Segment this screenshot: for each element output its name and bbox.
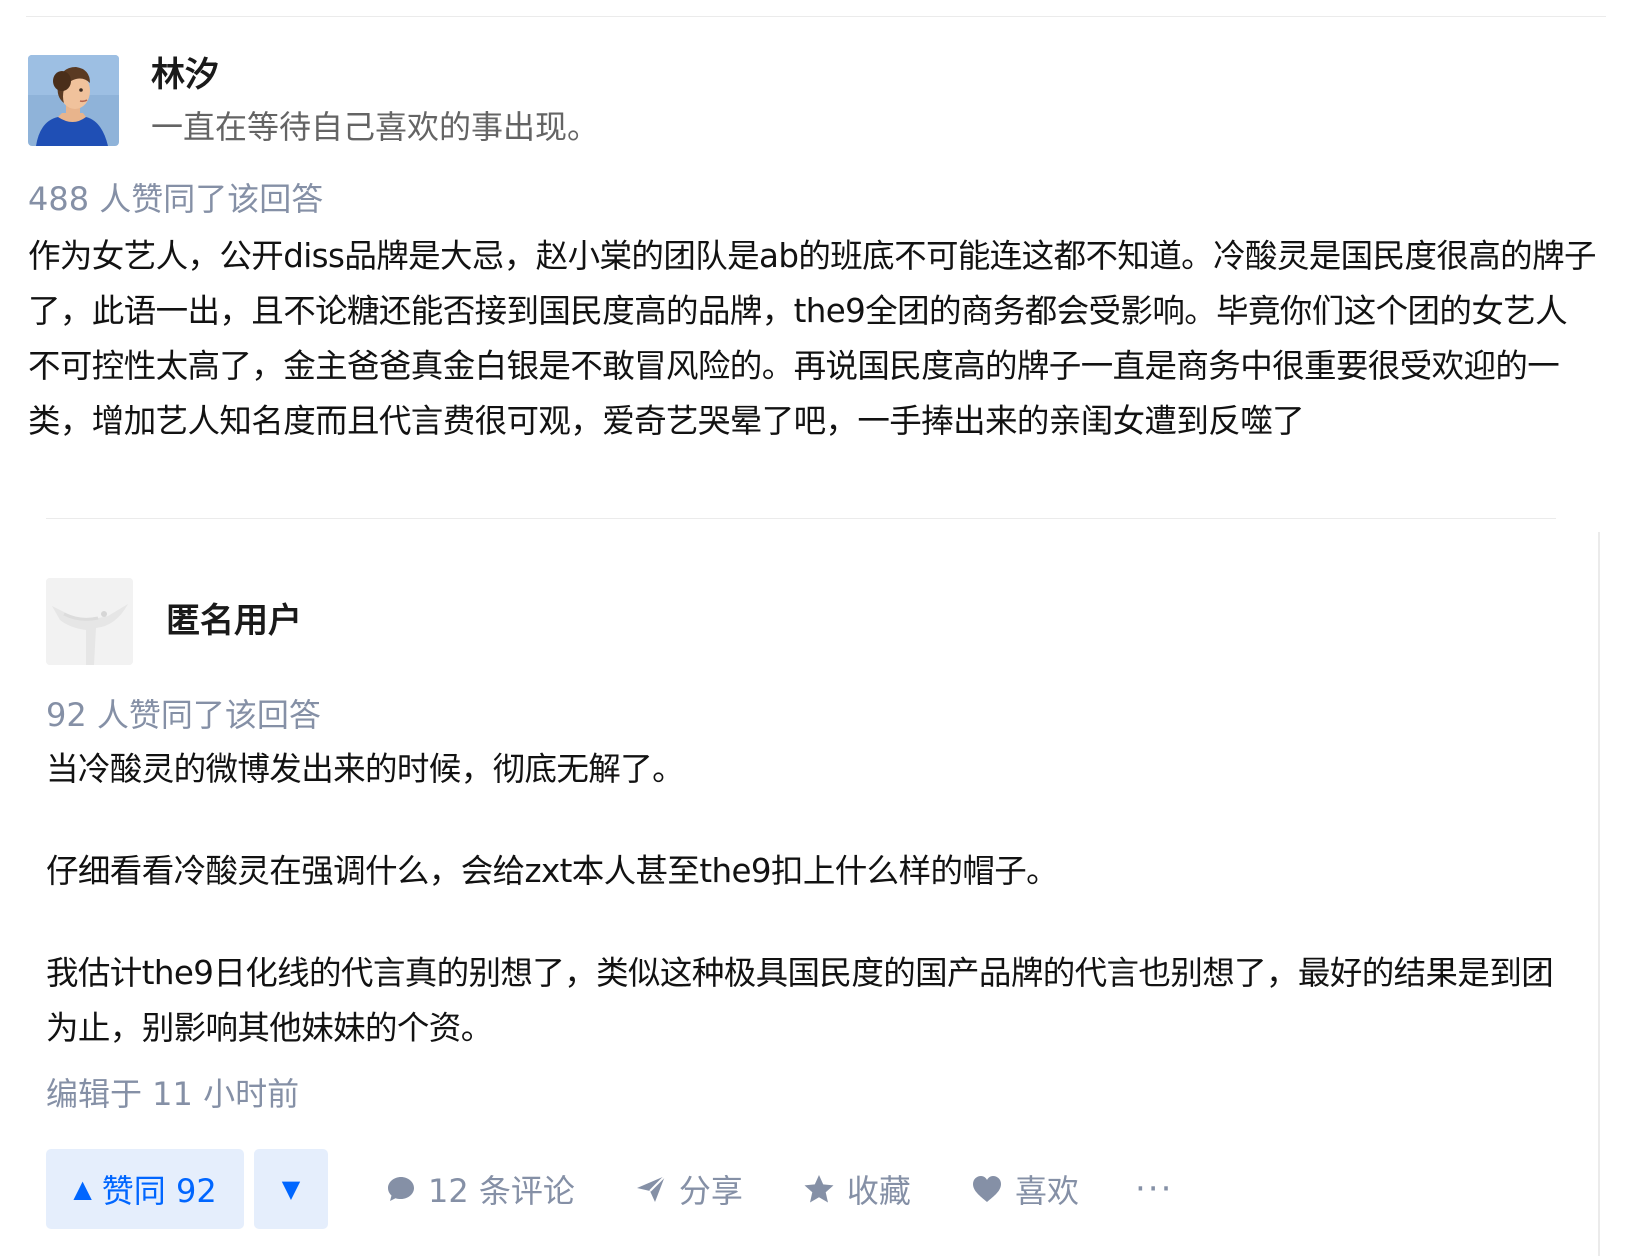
star-icon — [804, 1175, 834, 1203]
comment-icon — [388, 1177, 414, 1201]
share-icon — [636, 1175, 666, 1202]
like-button[interactable]: 喜欢 — [971, 1166, 1079, 1212]
action-bar: ▲ 赞同 92 ▼ 12 条评论 分享 收藏 喜欢 ··· — [46, 1149, 1576, 1229]
vote-up-label: 赞同 92 — [101, 1172, 217, 1210]
anonymous-avatar-icon — [46, 578, 133, 665]
answer-paragraph: 仔细看看冷酸灵在强调什么，会给zxt本人甚至the9扣上什么样的帽子。 — [46, 852, 1059, 890]
share-label: 分享 — [678, 1172, 743, 1210]
author-row: 匿名用户 — [46, 578, 1576, 665]
favorite-button[interactable]: 收藏 — [803, 1166, 911, 1212]
comments-button[interactable]: 12 条评论 — [386, 1166, 575, 1212]
answer-content: 作为女艺人，公开diss品牌是大忌，赵小棠的团队是ab的班底不可能连这都不知道。… — [28, 237, 1596, 440]
author-info: 林汐 一直在等待自己喜欢的事出现。 — [151, 49, 599, 151]
comments-label: 12 条评论 — [428, 1172, 575, 1210]
content-border — [1598, 532, 1600, 1256]
author-name: 匿名用户 — [166, 601, 302, 641]
more-icon[interactable]: ··· — [1135, 1169, 1173, 1209]
favorite-label: 收藏 — [846, 1172, 911, 1210]
triangle-up-icon: ▲ — [73, 1175, 92, 1203]
vote-up-button[interactable]: ▲ 赞同 92 — [46, 1149, 244, 1229]
answer-divider — [46, 518, 1556, 519]
share-button[interactable]: 分享 — [635, 1166, 743, 1212]
author-name[interactable]: 林汐 — [151, 49, 599, 101]
avatar[interactable] — [28, 55, 119, 146]
answer-paragraph: 我估计the9日化线的代言真的别想了，类似这种极具国民度的国产品牌的代言也别想了… — [46, 954, 1554, 1047]
author-bio: 一直在等待自己喜欢的事出现。 — [151, 108, 600, 146]
vote-summary: 488 人赞同了该回答 — [28, 180, 324, 218]
heart-icon — [972, 1176, 1001, 1202]
vote-summary: 92 人赞同了该回答 — [46, 696, 321, 734]
answer-card-2: 匿名用户 92 人赞同了该回答 当冷酸灵的微博发出来的时候，彻底无解了。 仔细看… — [46, 578, 1576, 1229]
anonymous-avatar — [46, 578, 133, 665]
like-label: 喜欢 — [1014, 1172, 1079, 1210]
answer-card-1: 林汐 一直在等待自己喜欢的事出现。 488 人赞同了该回答 作为女艺人，公开di… — [28, 55, 1608, 449]
avatar-portrait-icon — [28, 55, 119, 146]
top-divider — [26, 16, 1606, 17]
triangle-down-icon: ▼ — [281, 1175, 301, 1203]
author-row: 林汐 一直在等待自己喜欢的事出现。 — [28, 55, 1608, 151]
edited-timestamp[interactable]: 编辑于 11 小时前 — [46, 1070, 1576, 1118]
vote-down-button[interactable]: ▼ — [254, 1149, 328, 1229]
answer-paragraph: 当冷酸灵的微博发出来的时候，彻底无解了。 — [46, 750, 685, 788]
